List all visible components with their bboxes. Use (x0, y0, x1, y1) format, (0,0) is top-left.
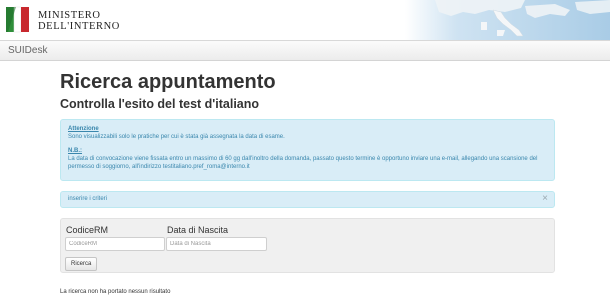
no-results-message: La ricerca non ha portato nessun risulta… (60, 289, 171, 295)
navbar-brand-link[interactable]: SUIDesk (8, 45, 47, 56)
site-header: MINISTERO DELL'INTERNO (0, 0, 610, 40)
codice-input[interactable] (65, 237, 165, 251)
info-alert: Attenzione Sono visualizzabili solo le p… (60, 119, 555, 181)
nb-text: La data di convocazione viene fissata en… (68, 156, 538, 170)
data-nascita-input[interactable] (166, 237, 267, 251)
search-button[interactable]: Ricerca (65, 257, 98, 271)
italian-republic-emblem-icon (4, 4, 31, 35)
close-icon[interactable]: × (542, 193, 548, 204)
italy-map-banner (405, 0, 610, 40)
attention-heading: Attenzione (68, 126, 99, 132)
logo-line-2: DELL'INTERNO (38, 21, 120, 32)
page-subtitle: Controlla l'esito del test d'italiano (60, 97, 260, 111)
navbar: SUIDesk (0, 40, 610, 61)
logo-line-1: MINISTERO (38, 10, 101, 21)
attention-text: Sono visualizzabili solo le pratiche per… (68, 134, 285, 140)
codice-label: CodiceRM (66, 225, 109, 235)
ministry-logo-text: MINISTERO DELL'INTERNO (38, 10, 120, 32)
criteria-alert-text: inserire i criteri (68, 196, 108, 202)
data-nascita-label: Data di Nascita (167, 225, 229, 235)
page-title: Ricerca appuntamento (60, 71, 276, 93)
nb-heading: N.B.: (68, 148, 82, 154)
criteria-alert: inserire i criteri × (60, 191, 555, 208)
search-form: CodiceRM Data di Nascita Ricerca (60, 218, 555, 273)
